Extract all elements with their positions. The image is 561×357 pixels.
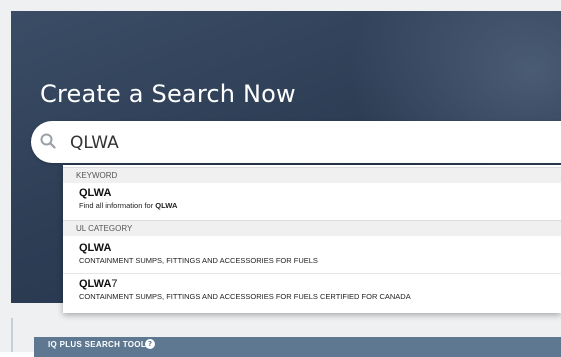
group-header-keyword: KEYWORD [63, 167, 561, 183]
search-icon[interactable] [40, 133, 56, 149]
suggestion-description-match: QLWA [155, 201, 178, 210]
suggestion-title: QLWA [79, 242, 111, 254]
suggestion-description-text: CONTAINMENT SUMPS, FITTINGS AND ACCESSOR… [79, 256, 318, 265]
group-header-ul-category: UL CATEGORY [63, 220, 561, 236]
suggestion-description: CONTAINMENT SUMPS, FITTINGS AND ACCESSOR… [79, 256, 318, 265]
page-title: Create a Search Now [40, 80, 296, 108]
suggestion-description: Find all information for QLWA [79, 201, 177, 210]
suggestion-title: QLWA [79, 187, 111, 199]
suggestion-item-category-qlwa7[interactable]: QLWA7 CONTAINMENT SUMPS, FITTINGS AND AC… [63, 276, 561, 306]
suggestion-title-match: QLWA [79, 242, 112, 254]
search-input[interactable] [70, 130, 550, 156]
suggestion-item-category-qlwa[interactable]: QLWA CONTAINMENT SUMPS, FITTINGS AND ACC… [63, 240, 561, 270]
content-left-border [11, 318, 13, 352]
suggestion-description-text: CONTAINMENT SUMPS, FITTINGS AND ACCESSOR… [79, 292, 411, 301]
suggestion-item-keyword-qlwa[interactable]: QLWA Find all information for QLWA [63, 185, 561, 215]
search-tools-label: IQ PLUS SEARCH TOOLS [48, 340, 152, 349]
suggestion-description: CONTAINMENT SUMPS, FITTINGS AND ACCESSOR… [79, 292, 411, 301]
suggestion-divider [63, 273, 561, 274]
suggestion-title-match: QLWA [79, 278, 112, 290]
suggestion-title: QLWA7 [79, 278, 118, 290]
suggestion-description-text: Find all information for [79, 201, 156, 210]
help-circle-icon[interactable]: ? [145, 339, 155, 349]
suggestion-title-rest: 7 [111, 278, 118, 290]
suggestions-dropdown: KEYWORD QLWA Find all information for QL… [63, 165, 561, 313]
suggestion-title-match: QLWA [79, 187, 112, 199]
